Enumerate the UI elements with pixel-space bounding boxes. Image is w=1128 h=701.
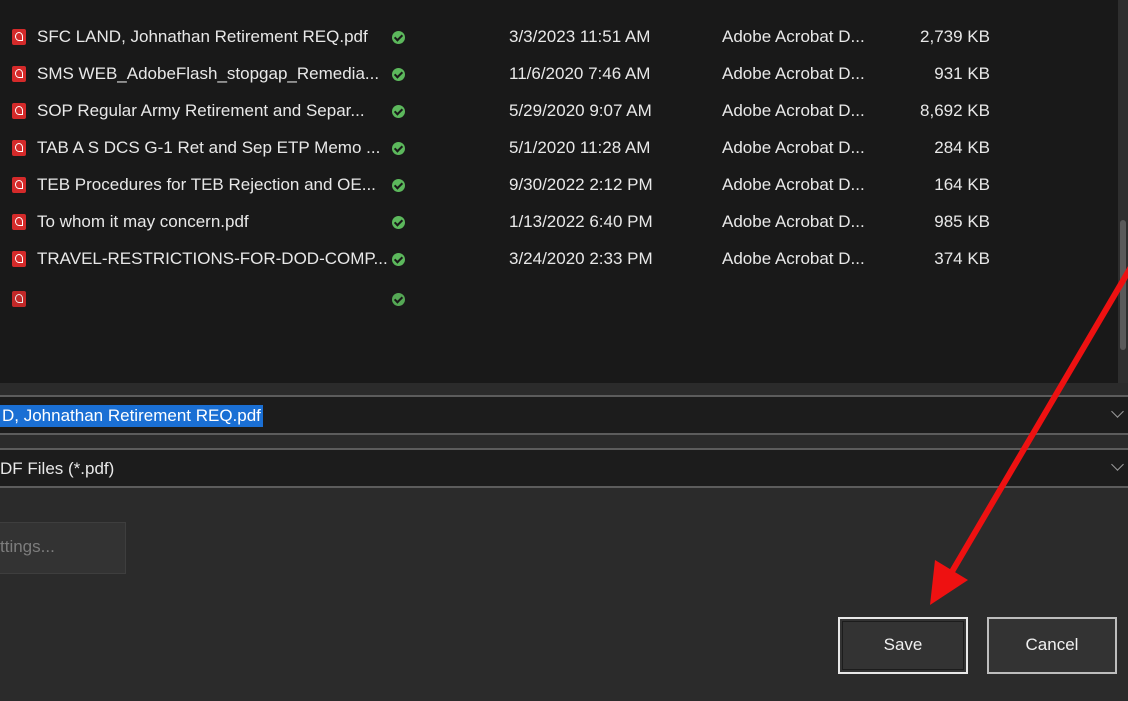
annotation-arrow-shaft: [947, 266, 1128, 578]
annotation-arrow: [930, 266, 1128, 605]
annotation-arrow-head: [930, 560, 968, 605]
save-dialog: SFC LAND, Johnathan Retirement REQ.pdf 3…: [0, 0, 1128, 701]
